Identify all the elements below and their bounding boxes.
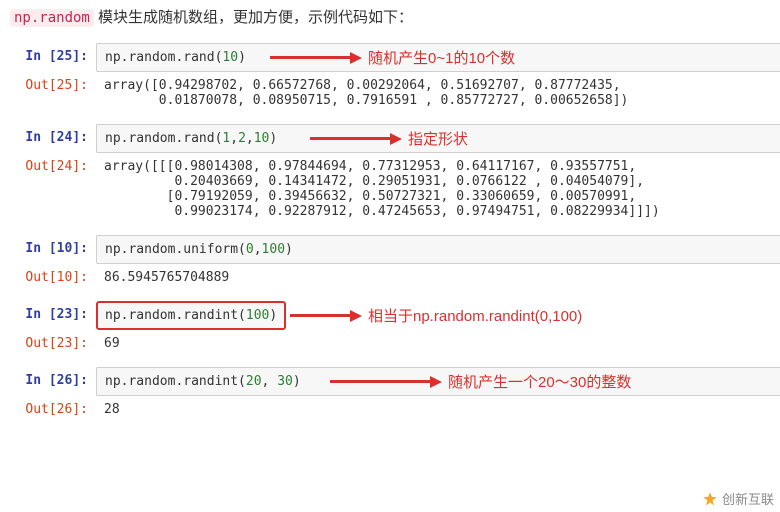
code-output: array([[[0.98014308, 0.97844694, 0.77312… xyxy=(96,153,780,225)
in-prompt: In [10]: xyxy=(0,235,96,262)
code-input[interactable]: np.random.rand(10) xyxy=(96,43,780,72)
code-input[interactable]: np.random.randint(20, 30) xyxy=(96,367,780,396)
out-prompt: Out[23]: xyxy=(0,330,96,357)
intro-rest: 模块生成随机数组，更加方便，示例代码如下： xyxy=(94,9,413,26)
code-output: 69 xyxy=(96,330,780,357)
watermark: 创新互联 xyxy=(702,489,774,508)
output-cell: Out[10]: 86.5945765704889 xyxy=(0,264,780,291)
in-prompt: In [23]: xyxy=(0,301,96,328)
code-cell: In [26]: np.random.randint(20, 30) 随机产生一… xyxy=(0,367,780,396)
in-prompt: In [26]: xyxy=(0,367,96,394)
code-output: array([0.94298702, 0.66572768, 0.0029206… xyxy=(96,72,780,114)
out-prompt: Out[26]: xyxy=(0,396,96,423)
output-cell: Out[24]: array([[[0.98014308, 0.97844694… xyxy=(0,153,780,225)
in-prompt: In [24]: xyxy=(0,124,96,151)
code-cell: In [25]: np.random.rand(10) 随机产生0~1的10个数 xyxy=(0,43,780,72)
code-cell: In [10]: np.random.uniform(0,100) xyxy=(0,235,780,264)
output-cell: Out[26]: 28 xyxy=(0,396,780,423)
output-cell: Out[23]: 69 xyxy=(0,330,780,357)
out-prompt: Out[24]: xyxy=(0,153,96,180)
code-input[interactable]: np.random.uniform(0,100) xyxy=(96,235,780,264)
code-output: 86.5945765704889 xyxy=(96,264,780,291)
logo-icon xyxy=(702,491,718,507)
in-prompt: In [25]: xyxy=(0,43,96,70)
watermark-text: 创新互联 xyxy=(722,489,774,508)
code-cell: In [24]: np.random.rand(1,2,10) 指定形状 xyxy=(0,124,780,153)
code-input[interactable]: np.random.randint(100) xyxy=(96,301,286,330)
code-input[interactable]: np.random.rand(1,2,10) xyxy=(96,124,780,153)
out-prompt: Out[25]: xyxy=(0,72,96,99)
code-output: 28 xyxy=(96,396,780,423)
intro-text: np.random 模块生成随机数组，更加方便，示例代码如下： xyxy=(0,0,780,37)
annotation-label: 相当于np.random.randint(0,100) xyxy=(368,305,582,326)
inline-code: np.random xyxy=(10,9,94,27)
output-cell: Out[25]: array([0.94298702, 0.66572768, … xyxy=(0,72,780,114)
out-prompt: Out[10]: xyxy=(0,264,96,291)
code-cell: In [23]: np.random.randint(100) 相当于np.ra… xyxy=(0,301,780,330)
